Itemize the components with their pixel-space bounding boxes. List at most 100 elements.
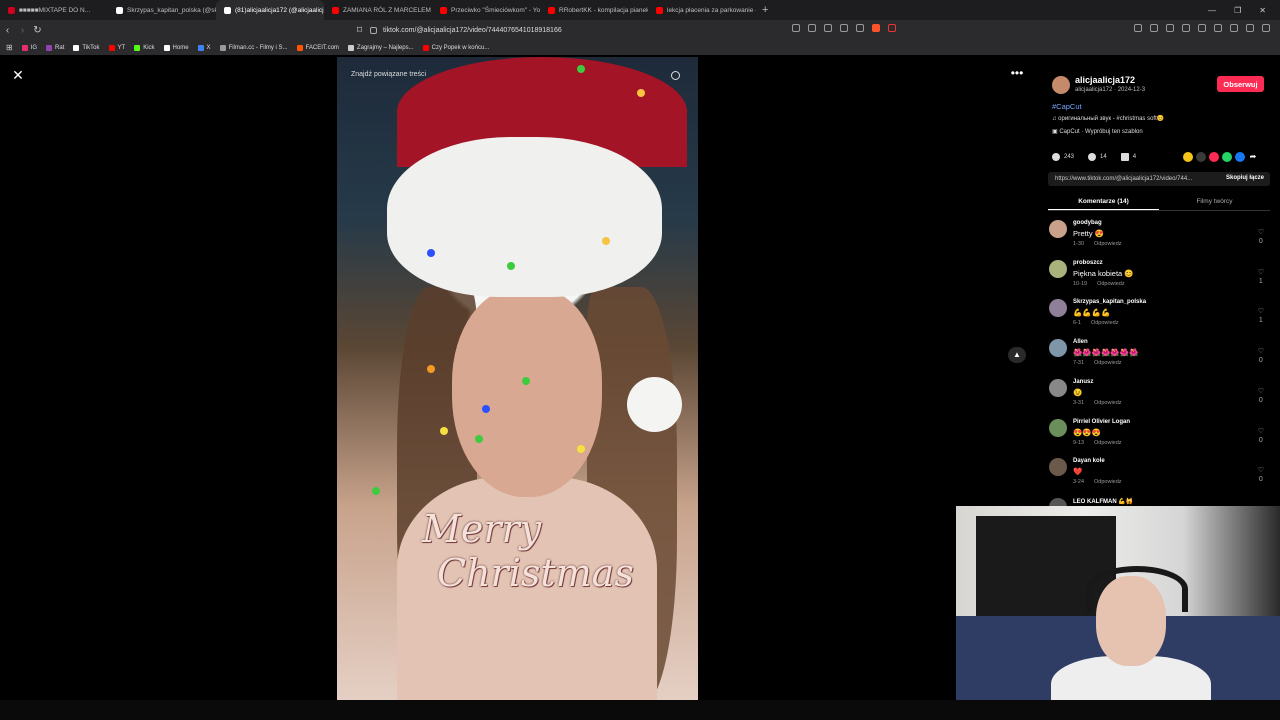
capcut-template-link[interactable]: ▣ CapCut · Wypróbuj ten szablon	[1052, 128, 1143, 135]
bookmark-item[interactable]: YT	[108, 44, 125, 51]
zoom-icon[interactable]	[840, 24, 848, 32]
menu-icon[interactable]	[1262, 24, 1270, 32]
video-link[interactable]: https://www.tiktok.com/@alicjaalicja172/…	[1055, 176, 1192, 182]
extension-icon[interactable]	[1182, 24, 1190, 32]
extension-icon[interactable]	[1134, 24, 1142, 32]
tab-3[interactable]: ZAMIANA RÓL Z MARCELEM - YouT...	[324, 0, 432, 20]
comment-username[interactable]: Dayan kole	[1073, 458, 1105, 464]
close-window-icon[interactable]: ✕	[1259, 6, 1266, 15]
tab-comments[interactable]: Komentarze (14)	[1048, 195, 1159, 210]
reply-button[interactable]: Odpowiedz	[1094, 479, 1122, 485]
comment-like-button[interactable]: ♡ 0	[1258, 427, 1264, 445]
media-icon[interactable]	[1198, 24, 1206, 32]
tab-5[interactable]: RRobertKK - kompilacja pianek - Yo...	[540, 0, 648, 20]
previous-video-button[interactable]: ▲	[1008, 347, 1026, 363]
close-video-button[interactable]: ✕	[11, 68, 25, 82]
restore-icon[interactable]: ❐	[1234, 6, 1241, 15]
vpn-icon[interactable]	[1246, 24, 1254, 32]
tab-2[interactable]: (81)alicjaalicja172 (@alicjaalicja172)✕	[216, 0, 324, 20]
reply-button[interactable]: Odpowiedz	[1097, 281, 1125, 287]
apps-grid-icon[interactable]: ⊞	[6, 43, 13, 52]
translate-icon[interactable]	[824, 24, 832, 32]
comment-like-button[interactable]: ♡ 0	[1258, 387, 1264, 405]
bookmark-item[interactable]: X	[197, 44, 211, 51]
extension-icon[interactable]	[1150, 24, 1158, 32]
bookmark-item[interactable]: Rat	[46, 44, 64, 51]
comment-like-button[interactable]: ♡ 0	[1258, 347, 1264, 365]
site-info-icon[interactable]	[370, 26, 377, 34]
copy-link-button[interactable]: Skopiuj łącze	[1226, 175, 1264, 181]
bookmark-item[interactable]: Zagrajmy – Najleps...	[347, 44, 414, 51]
avatar[interactable]	[1049, 220, 1067, 238]
comment-username[interactable]: Skrzypas_kapitan_polska	[1073, 299, 1146, 305]
reply-button[interactable]: Odpowiedz	[1094, 360, 1122, 366]
reload-icon[interactable]: ↻	[30, 25, 45, 36]
bookmark-item[interactable]: TikTok	[73, 44, 100, 51]
bookmark-label: IG	[30, 44, 38, 51]
tool-icon[interactable]	[792, 24, 800, 32]
reply-button[interactable]: Odpowiedz	[1094, 440, 1122, 446]
share-icon[interactable]	[856, 24, 864, 32]
send-icon[interactable]	[1209, 152, 1219, 162]
comment-username[interactable]: goodybag	[1073, 220, 1102, 226]
comment-like-button[interactable]: ♡ 0	[1258, 466, 1264, 484]
author-name[interactable]: alicjaalicja172	[1075, 75, 1135, 85]
rewards-icon[interactable]	[888, 24, 896, 32]
hashtag-link[interactable]: #CapCut	[1052, 102, 1082, 111]
brave-shield-icon[interactable]	[872, 24, 880, 32]
minimize-icon[interactable]: —	[1208, 6, 1216, 15]
comment-username[interactable]: Allen	[1073, 339, 1088, 345]
avatar[interactable]	[1049, 259, 1067, 278]
comment-username[interactable]: Pirriel Olivier Logan	[1073, 419, 1130, 425]
tab-6[interactable]: lekcja płacenia za parkowanie - YouT...	[648, 0, 756, 20]
avatar[interactable]	[1052, 76, 1070, 94]
avatar[interactable]	[1049, 378, 1067, 397]
comment-like-button[interactable]: ♡ 1	[1258, 307, 1264, 325]
embed-icon[interactable]	[1196, 152, 1206, 162]
coin-icon[interactable]	[1183, 152, 1193, 162]
bookmark-item[interactable]: IG	[21, 44, 38, 51]
tab-4[interactable]: Przeciwko "Śmieciówkom" - YouTube	[432, 0, 540, 20]
reply-button[interactable]: Odpowiedz	[1091, 320, 1119, 326]
bookmark-item[interactable]: Kick	[134, 44, 155, 51]
avatar[interactable]	[1049, 418, 1067, 437]
comment-button[interactable]: 14	[1088, 153, 1107, 161]
like-button[interactable]: 243	[1052, 153, 1074, 161]
sidebar-icon[interactable]	[1214, 24, 1222, 32]
bookmark-item[interactable]: Czy Popek w końcu...	[422, 44, 489, 51]
comment-username[interactable]: LEO KALFMAN 💪🙀	[1073, 498, 1133, 505]
reply-button[interactable]: Odpowiedz	[1094, 400, 1122, 406]
comment-username[interactable]: proboszcz	[1073, 260, 1103, 266]
new-tab-button[interactable]: +	[762, 4, 768, 16]
comment-like-button[interactable]: ♡ 0	[1258, 228, 1264, 246]
avatar[interactable]	[1049, 458, 1067, 477]
reply-button[interactable]: Odpowiedz	[1094, 241, 1122, 247]
follow-button[interactable]: Obserwuj	[1217, 76, 1264, 92]
share-arrow-icon[interactable]: ➦	[1248, 152, 1258, 162]
video-player[interactable]: Znajdź powiązane treści Merry Christmas	[337, 57, 698, 700]
facebook-icon[interactable]	[1235, 152, 1245, 162]
tab-1[interactable]: Skrzypas_kapitan_polska (@skrzypas)...	[108, 0, 216, 20]
music-link[interactable]: ♫ оригинальный звук - #christmas soft😊	[1052, 115, 1164, 122]
tab-favicon-icon	[656, 6, 663, 14]
save-button[interactable]: 4	[1120, 153, 1136, 161]
bookmark-item[interactable]: Filman.cc - Filmy i S...	[219, 44, 288, 51]
comment-username[interactable]: Janusz	[1073, 379, 1093, 385]
bookmark-item[interactable]: Home	[163, 44, 189, 51]
avatar[interactable]	[1049, 339, 1067, 358]
search-icon[interactable]	[671, 71, 680, 80]
wallet-icon[interactable]	[1230, 24, 1238, 32]
extension-icon[interactable]	[1166, 24, 1174, 32]
bookmark-icon[interactable]: ⌑	[352, 25, 367, 36]
bookmark-item[interactable]: FACEIT.com	[296, 44, 339, 51]
forward-icon[interactable]: ›	[15, 25, 30, 36]
avatar[interactable]	[1049, 299, 1067, 318]
tab-0[interactable]: ■■■■■MIXTAPE DO N...	[0, 0, 108, 20]
whatsapp-icon[interactable]	[1222, 152, 1232, 162]
comment-like-button[interactable]: ♡ 1	[1258, 268, 1264, 286]
more-options-icon[interactable]: •••	[1009, 67, 1025, 82]
tab-creator-videos[interactable]: Filmy twórcy	[1159, 195, 1270, 210]
tool-icon[interactable]	[808, 24, 816, 32]
related-search[interactable]: Znajdź powiązane treści	[351, 71, 684, 80]
back-icon[interactable]: ‹	[0, 25, 15, 36]
